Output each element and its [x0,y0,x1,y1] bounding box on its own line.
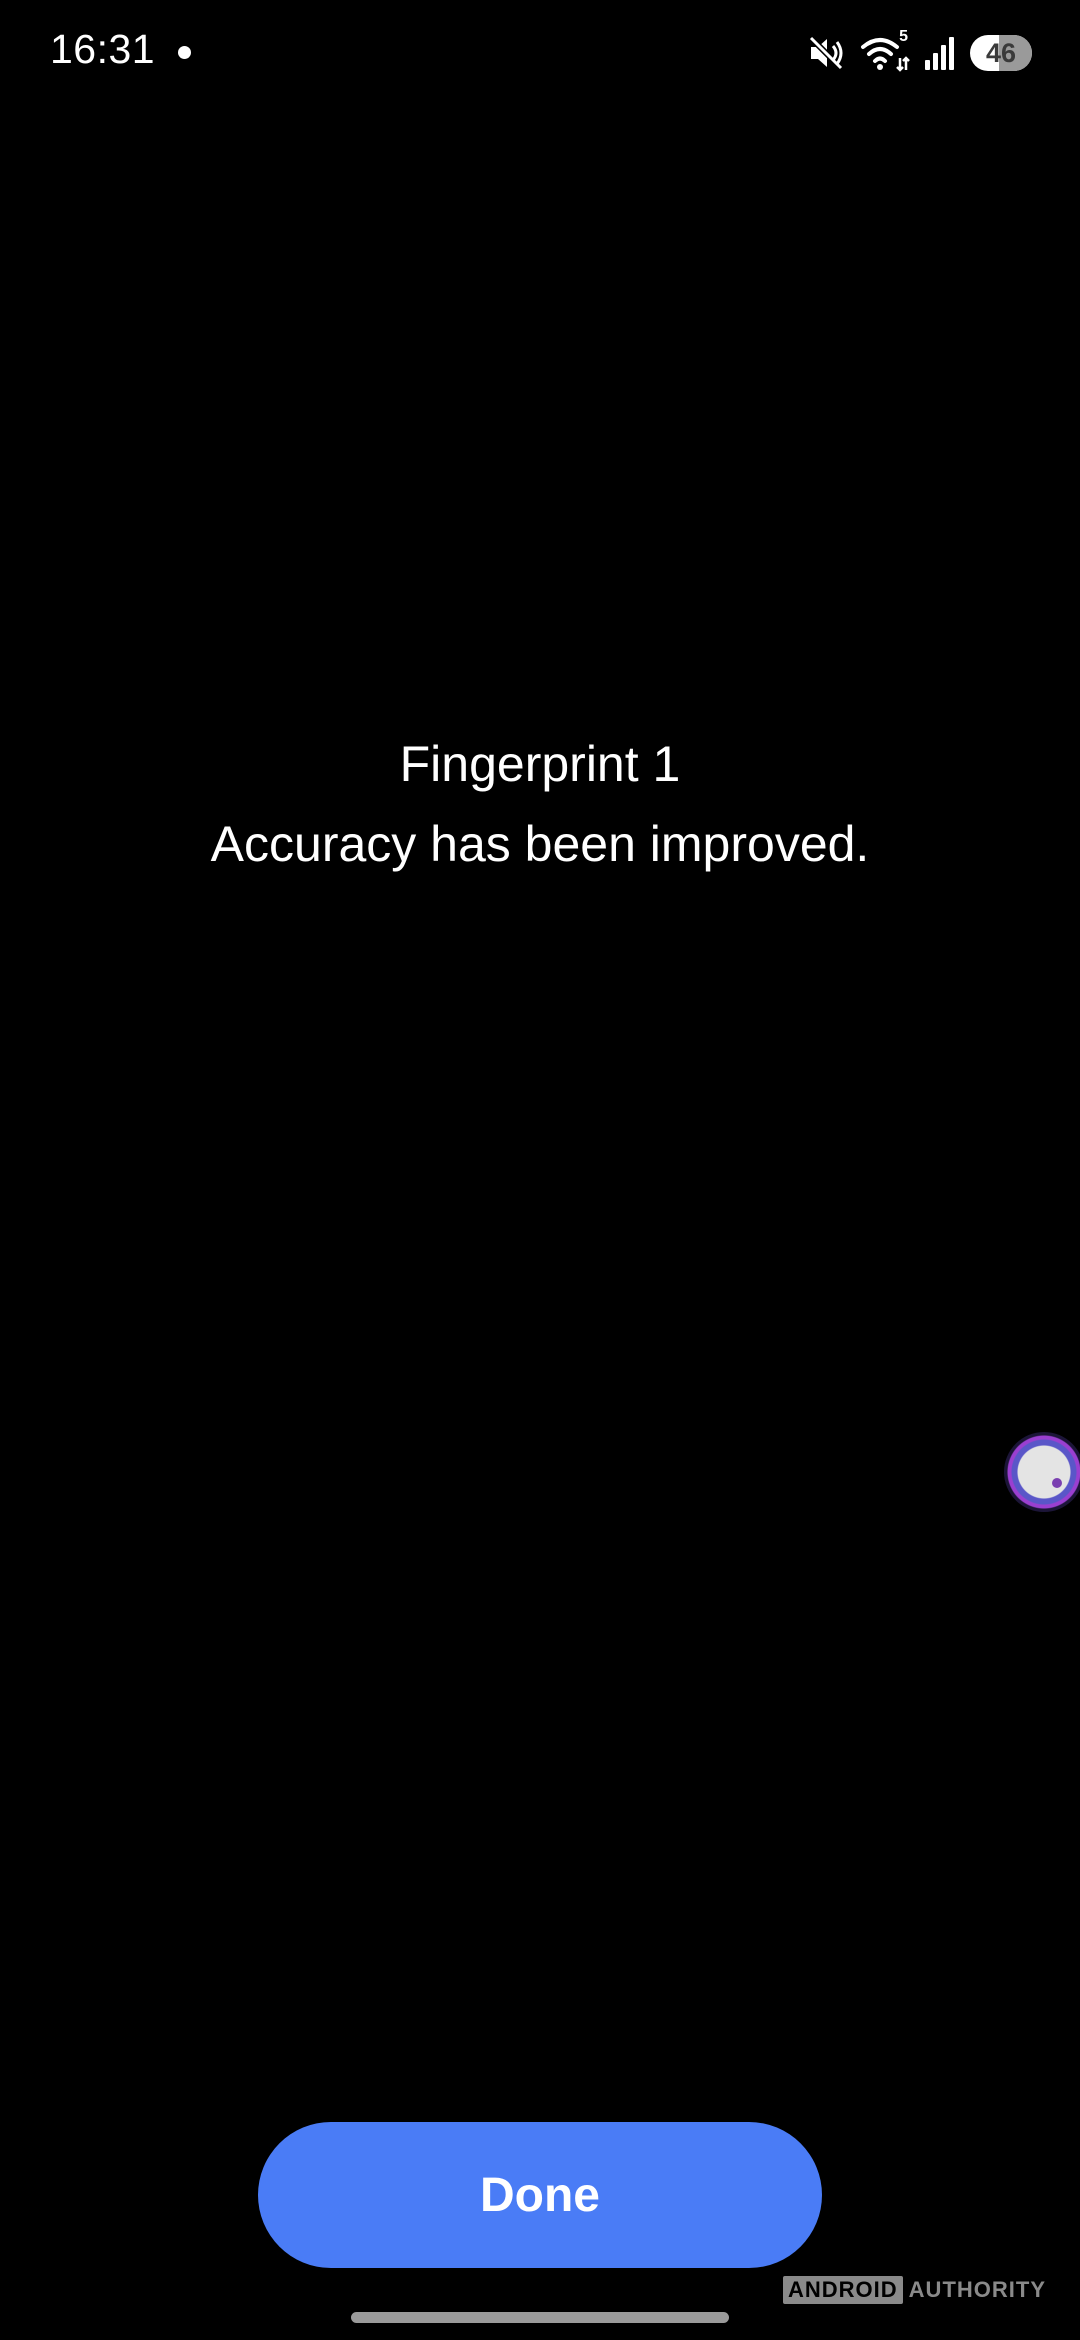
battery-level: 46 [985,37,1017,68]
floating-assistant-bubble[interactable] [1004,1432,1080,1512]
status-bar: 16:31 5 46 [0,0,1080,105]
watermark-logo: ANDROID AUTHORITY [783,2276,1046,2304]
status-time: 16:31 [50,26,156,72]
battery-icon: 46 [970,35,1032,71]
accuracy-message: Accuracy has been improved. [210,816,870,872]
wifi-icon: 5 [860,28,910,72]
result-message: Fingerprint 1 Accuracy has been improved… [0,732,1080,876]
wifi-badge: 5 [899,28,908,45]
watermark-brand-box: ANDROID [783,2276,903,2304]
status-icons: 5 46 [808,28,1032,76]
bubble-dot-icon [1052,1478,1062,1488]
cell-signal-icon [924,36,956,70]
done-button[interactable]: Done [258,2122,822,2268]
mute-icon [808,35,846,71]
notification-dot-icon [178,46,191,59]
home-indicator[interactable] [351,2312,729,2323]
fingerprint-title: Fingerprint 1 [399,736,681,792]
watermark-brand-text: AUTHORITY [908,2277,1046,2302]
bubble-ring-icon [1004,1432,1080,1512]
